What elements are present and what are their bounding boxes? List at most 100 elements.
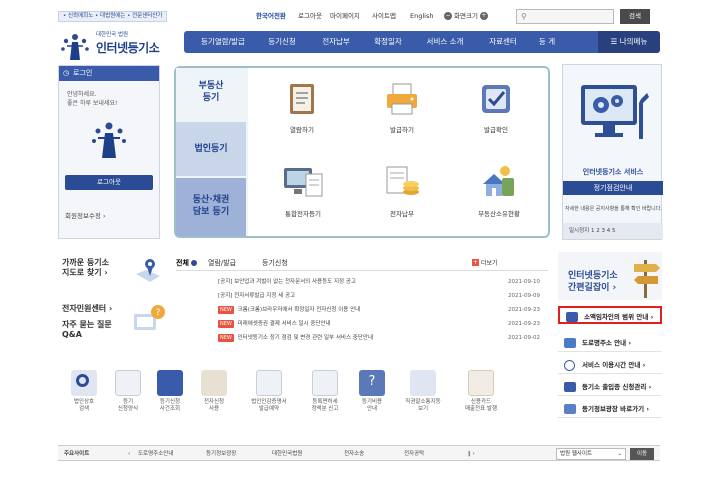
find-office-map-link[interactable]: 지도로 찾기 › [62, 268, 108, 278]
site-select[interactable]: 법원 웹사이트 ⌄ [556, 448, 626, 460]
guide-road-address[interactable]: 도로명주소 안내 › [558, 334, 662, 352]
service-verify-label: 발급확인 [484, 126, 508, 134]
quick-link-label: 등기신청 사건조회 [159, 399, 181, 412]
go-button[interactable]: 이동 [630, 448, 654, 460]
guide-title-line-2[interactable]: 간편길잡이 › [568, 282, 616, 294]
nav-item-board[interactable]: 등 게 [532, 31, 562, 53]
hamburger-icon: ☰ [610, 37, 620, 46]
logo-title: 인터넷등기소 [96, 41, 160, 55]
search-input[interactable]: ⚲ [516, 9, 614, 24]
breadcrumb[interactable]: • 신뢰에희노 • 대법원에는 • 전문센터안가 [58, 11, 168, 22]
guide-service-hours[interactable]: 서비스 이용시간 안내 › [558, 356, 662, 374]
quick-link-forms[interactable]: 등기 신청양식 [106, 370, 150, 413]
footer-link-e-deposit[interactable]: 전자공탁 [404, 446, 424, 462]
court-emblem-icon [61, 34, 89, 60]
news-row[interactable]: NEW 미래에셋증권 결제 서비스 일시 중단안내 2021-09-23 [218, 318, 540, 330]
more-link[interactable]: + 더보기 [472, 258, 498, 267]
e-civil-center-link[interactable]: 전자민원센터 › [62, 304, 112, 314]
footer-link-data-plaza[interactable]: 등기정보광장 [206, 446, 236, 462]
qna-link[interactable]: Q&A [62, 330, 82, 340]
mypage-link[interactable]: 마이페이지 [330, 11, 360, 21]
service-verify[interactable]: 발급확인 [468, 82, 524, 134]
site-logo[interactable]: 대한민국 법원 인터넷등기소 [58, 30, 188, 64]
nav-item-fixed-date[interactable]: 확정일자 [366, 31, 410, 53]
id-card-icon [564, 382, 576, 392]
side-movable[interactable]: 동산·채권 담보 등기 [176, 178, 246, 236]
footer-link-road-address[interactable]: 도로명주소안내 [138, 446, 173, 462]
news-row[interactable]: NEW 크롬(크롬)브라우저에서 확정일자 전자신청 이용 안내 2021-09… [218, 304, 540, 316]
service-issue[interactable]: 발급하기 [374, 82, 430, 134]
footer-bar: 주요사이트 ‹ 도로명주소안내 등기정보광장 대한민국법원 전자소송 전자공탁 … [58, 445, 660, 461]
nav-item-resources[interactable]: 자료센터 [480, 31, 526, 53]
service-ownership-status[interactable]: 부동산소유현황 [464, 164, 534, 218]
tab-apply[interactable]: 등기신청 [262, 258, 288, 268]
nav-item-service-intro[interactable]: 서비스 소개 [418, 31, 472, 53]
quick-link-card-receipt[interactable]: 신용카드 매출전표 발행 [456, 370, 506, 413]
banner-pager[interactable]: 일시정지 1 2 3 4 5 [563, 223, 663, 239]
zoom-out-icon[interactable]: − [444, 12, 452, 20]
my-menu-label: 나의메뉴 [619, 37, 648, 46]
guide-title-line-1: 인터넷등기소 [568, 271, 618, 281]
clock-icon [564, 360, 575, 371]
maintenance-banner[interactable]: 인터넷등기소 서비스 정기점검안내 자세한 내용은 공지사항을 통해 확인 바랍… [562, 64, 663, 240]
quick-link-fee-guide[interactable]: ? 등기비용 안내 [350, 370, 394, 413]
news-row[interactable]: NEW 인터넷등기소 정기 점검 및 변경 관련 일부 서비스 중단안내 202… [218, 332, 540, 344]
active-dot-icon [190, 260, 197, 266]
my-menu-button[interactable]: ☰ 나의메뉴 [598, 31, 660, 53]
news-row[interactable]: [공지] 보안업과 겨벌이 없는 전자문서의 사용등도 지정 공고 2021-0… [218, 276, 540, 288]
font-size-control[interactable]: − 화면크기 + [444, 11, 488, 21]
service-e-payment[interactable]: 전자납부 [374, 164, 430, 218]
guide-item-label: 서비스 이용시간 안내 › [582, 361, 646, 369]
main-nav: 등기열람/발급 등기신청 전자납부 확정일자 서비스 소개 자료센터 등 게 ☰… [184, 31, 660, 53]
footer-link-e-litigation[interactable]: 전자소송 [344, 446, 364, 462]
language-link[interactable]: 한국어전환 [256, 11, 286, 21]
form-document-icon [115, 370, 141, 396]
service-ownership-status-label: 부동산소유현황 [478, 210, 520, 218]
sitemap-link[interactable]: 사이트맵 [372, 11, 396, 21]
quick-link-case-lookup[interactable]: 등기신청 사건조회 [148, 370, 192, 413]
quick-link-label: 직권말소통지등 보기 [405, 399, 441, 412]
greeting-line-2: 좋은 하루 보내세요! [67, 100, 118, 107]
guide-item-label: 등기소 출입증 신청관리 › [582, 383, 652, 391]
quick-link-corp-name-search[interactable]: 법인상호 검색 [62, 370, 106, 413]
monitor-gears-icon [581, 85, 649, 139]
logout-button[interactable]: 로그아웃 [65, 175, 153, 190]
quick-link-cancel-notice[interactable]: 직권말소통지등 보기 [392, 370, 454, 413]
certificate-icon [256, 370, 282, 396]
nav-item-apply[interactable]: 등기신청 [260, 31, 304, 53]
nav-item-payment[interactable]: 전자납부 [314, 31, 358, 53]
service-e-payment-label: 전자납부 [390, 210, 414, 218]
quick-link-license-tax[interactable]: 등록면허세 정액분 신고 [300, 370, 350, 413]
find-office-title[interactable]: 가까운 등기소 [62, 258, 109, 268]
news-divider [176, 270, 548, 271]
tab-all-label: 전체 [176, 259, 189, 267]
font-size-label: 화면크기 [454, 12, 478, 20]
guide-registry-data-plaza[interactable]: 등기정보광장 바로가기 › [558, 400, 662, 418]
footer-pause-icon[interactable]: ‖ › [468, 446, 475, 462]
logout-link[interactable]: 로그아웃 [298, 11, 322, 21]
nav-item-view-issue[interactable]: 등기열람/발급 [194, 31, 252, 53]
road-sign-icon [564, 338, 576, 348]
service-integrated-e-registry[interactable]: 통합전자등기 [268, 164, 338, 218]
edit-profile-link[interactable]: 회원정보수정 › [65, 210, 106, 220]
guide-access-pass[interactable]: 등기소 출입증 신청관리 › [558, 378, 662, 396]
search-button[interactable]: 검색 [620, 9, 650, 24]
quick-link-seal-certificate[interactable]: 법인인감증명서 발급예약 [240, 370, 298, 413]
guide-item-label: 소액임차인의 범위 안내 › [584, 313, 654, 321]
tab-view-issue[interactable]: 열람/발급 [208, 258, 236, 268]
faq-link[interactable]: 자주 묻는 질문 [62, 320, 112, 330]
question-book-icon: ? [359, 370, 385, 396]
news-row[interactable]: [공지] 전자서류발급 지정 세 공고 2021-09-09 [218, 290, 540, 302]
news-row-text: 미래에셋증권 결제 서비스 일시 중단안내 [237, 321, 331, 327]
service-view[interactable]: 열람하기 [274, 82, 330, 134]
zoom-in-icon[interactable]: + [479, 12, 488, 20]
english-link[interactable]: English [410, 11, 433, 21]
side-real-estate[interactable]: 부동산 등기 [176, 68, 246, 120]
tab-all[interactable]: 전체 [176, 258, 197, 268]
quick-link-e-application[interactable]: 전자신청 사용 [192, 370, 236, 413]
footer-link-court[interactable]: 대한민국법원 [272, 446, 302, 462]
footer-prev-icon[interactable]: ‹ [128, 446, 130, 462]
side-corporate[interactable]: 법인등기 [176, 122, 246, 176]
side-movable-label: 동산·채권 담보 등기 [192, 195, 230, 217]
guide-small-tenant-range[interactable]: 소액임차인의 범위 안내 › [558, 306, 662, 324]
